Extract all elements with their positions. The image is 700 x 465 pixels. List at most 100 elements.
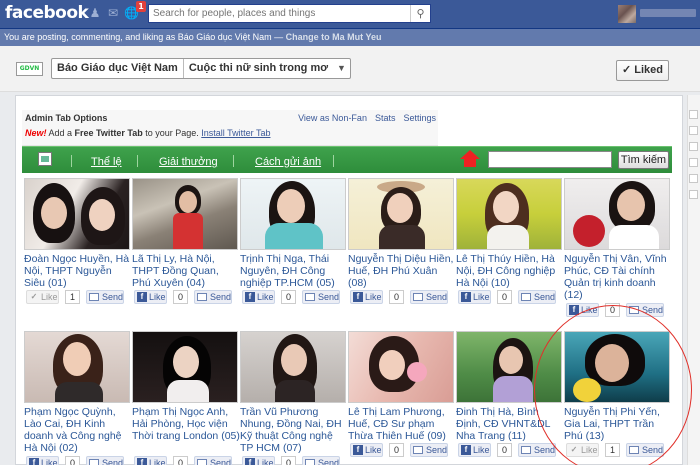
promo-text: Add a [46, 128, 75, 138]
like-count: 0 [497, 290, 512, 304]
contestant-caption[interactable]: Nguyễn Thị Diệu Hiền, Huế, ĐH Phú Xuân (… [348, 253, 456, 289]
facebook-logo[interactable]: facebook [5, 3, 89, 23]
nav-how-to-submit-link[interactable]: Cách gửi ảnh [255, 156, 321, 168]
contestant-caption[interactable]: Nguyễn Thị Phi Yến, Gia Lai, THPT Trần P… [564, 406, 672, 442]
send-button[interactable]: Send [194, 290, 232, 304]
send-label: Send [426, 445, 448, 455]
like-send-bar: ✓ Like 1 Send [24, 290, 132, 305]
contestant-caption[interactable]: Lã Thị Ly, Hà Nội, THPT Đồng Quan, Phú X… [132, 253, 240, 289]
nav-rules-link[interactable]: Thể lệ [91, 156, 122, 168]
like-button[interactable]: f Like [350, 290, 383, 304]
contestant-photo[interactable] [564, 331, 670, 403]
nav-divider [233, 155, 234, 167]
like-button[interactable]: f Like [134, 456, 167, 465]
page-logo-icon[interactable]: GDVN [16, 62, 43, 76]
user-name-blurred[interactable] [640, 9, 696, 17]
side-widget[interactable] [689, 158, 698, 167]
stats-link[interactable]: Stats [375, 113, 396, 123]
nav-prizes-link[interactable]: Giải thưởng [159, 156, 218, 168]
send-button[interactable]: Send [86, 290, 124, 304]
like-button[interactable]: f Like [26, 456, 59, 465]
facebook-icon: f [137, 458, 147, 465]
view-as-nonfan-link[interactable]: View as Non-Fan [298, 113, 367, 123]
contestant-photo[interactable] [240, 178, 346, 250]
contestant-caption[interactable]: Đinh Thị Hà, Bình Định, CĐ VHNT&DL Nha T… [456, 406, 564, 442]
like-button[interactable]: ✓ Like [26, 290, 59, 304]
user-avatar[interactable] [618, 5, 636, 23]
like-label: Like [149, 292, 166, 302]
send-button[interactable]: Send [194, 456, 232, 465]
messages-icon[interactable]: ✉ [106, 6, 120, 20]
side-widget[interactable] [689, 110, 698, 119]
contestant-photo[interactable] [348, 331, 454, 403]
envelope-icon [521, 446, 531, 454]
twitter-promo: New! Add a Free Twitter Tab to your Page… [25, 128, 270, 138]
send-label: Send [642, 305, 664, 315]
settings-link[interactable]: Settings [403, 113, 436, 123]
contestant-photo[interactable] [348, 178, 454, 250]
contestant-photo[interactable] [24, 331, 130, 403]
contestant-photo[interactable] [456, 331, 562, 403]
send-button[interactable]: Send [302, 290, 340, 304]
like-button[interactable]: f Like [242, 456, 275, 465]
send-button[interactable]: Send [626, 303, 664, 317]
contestant-caption[interactable]: Đoàn Ngọc Huyền, Hà Nội, THPT Nguyễn Siê… [24, 253, 132, 289]
admin-tab-options: Admin Tab Options View as Non-Fan Stats Se… [22, 110, 438, 146]
banner-image-icon[interactable] [38, 152, 52, 166]
contestant-caption[interactable]: Phạm Ngọc Quỳnh, Lào Cai, ĐH Kinh doanh … [24, 406, 132, 454]
like-count: 0 [497, 443, 512, 457]
contestant-caption[interactable]: Lê Thị Lam Phương, Huế, CĐ Sư phạm Thừa … [348, 406, 456, 442]
contestant-photo[interactable] [564, 178, 670, 250]
side-widget[interactable] [689, 174, 698, 183]
change-identity-link[interactable]: Change to Ma Mut Yeu [286, 32, 382, 42]
send-label: Send [210, 458, 232, 465]
friend-requests-icon[interactable]: ♟ [88, 6, 102, 20]
like-button[interactable]: f Like [566, 303, 599, 317]
like-button[interactable]: ✓ Like [566, 443, 599, 457]
contestant-caption[interactable]: Phạm Thị Ngọc Anh, Hải Phòng, Học viện T… [132, 406, 240, 442]
like-button[interactable]: f Like [350, 443, 383, 457]
send-button[interactable]: Send [518, 290, 556, 304]
nav-divider [333, 155, 334, 167]
contestant-photo[interactable] [456, 178, 562, 250]
chevron-down-icon[interactable]: ▼ [333, 59, 350, 78]
contest-search-input[interactable] [488, 151, 612, 168]
send-button[interactable]: Send [86, 456, 124, 465]
like-button[interactable]: f Like [242, 290, 275, 304]
send-button[interactable]: Send [302, 456, 340, 465]
search-input[interactable] [149, 5, 409, 22]
contest-search-button[interactable]: Tìm kiếm [618, 151, 669, 169]
contestant-caption[interactable]: Nguyễn Thị Vân, Vĩnh Phúc, CĐ Tài chính … [564, 253, 672, 301]
contestant-photo[interactable] [132, 178, 238, 250]
search-icon[interactable]: ⚲ [410, 5, 430, 22]
contestant-caption[interactable]: Trần Vũ Phương Nhung, Đồng Nai, ĐH Kỹ th… [240, 406, 348, 454]
send-button[interactable]: Send [410, 290, 448, 304]
like-send-bar: f Like 0 Send [348, 443, 456, 458]
send-button[interactable]: Send [626, 443, 664, 457]
send-button[interactable]: Send [410, 443, 448, 457]
like-button[interactable]: f Like [134, 290, 167, 304]
side-widget[interactable] [689, 190, 698, 199]
like-button[interactable]: f Like [458, 290, 491, 304]
side-widget[interactable] [689, 142, 698, 151]
contestant-photo[interactable] [24, 178, 130, 250]
like-button[interactable]: f Like [458, 443, 491, 457]
send-button[interactable]: Send [518, 443, 556, 457]
contestant-photo[interactable] [240, 331, 346, 403]
breadcrumb-page-name[interactable]: Báo Giáo dục Việt Nam [52, 59, 183, 78]
like-label: Like [257, 292, 274, 302]
like-count: 0 [173, 290, 188, 304]
home-icon[interactable] [460, 150, 480, 168]
like-send-bar: f Like 0 Send [240, 290, 348, 305]
side-widget[interactable] [689, 126, 698, 135]
like-send-bar: f Like 0 Send [456, 290, 564, 305]
contestant-caption[interactable]: Lê Thị Thúy Hiền, Hà Nội, ĐH Công nghiệp… [456, 253, 564, 289]
facebook-icon: f [461, 292, 471, 302]
install-twitter-tab-link[interactable]: Install Twitter Tab [201, 128, 270, 138]
contestant-caption[interactable]: Trịnh Thị Nga, Thái Nguyên, ĐH Công nghi… [240, 253, 348, 289]
facebook-icon: f [137, 292, 147, 302]
liked-button[interactable]: ✓ Liked [616, 60, 669, 81]
breadcrumb-tab-name[interactable]: Cuộc thi nữ sinh trong mơ [182, 59, 333, 78]
facebook-icon: f [245, 292, 255, 302]
contestant-photo[interactable] [132, 331, 238, 403]
